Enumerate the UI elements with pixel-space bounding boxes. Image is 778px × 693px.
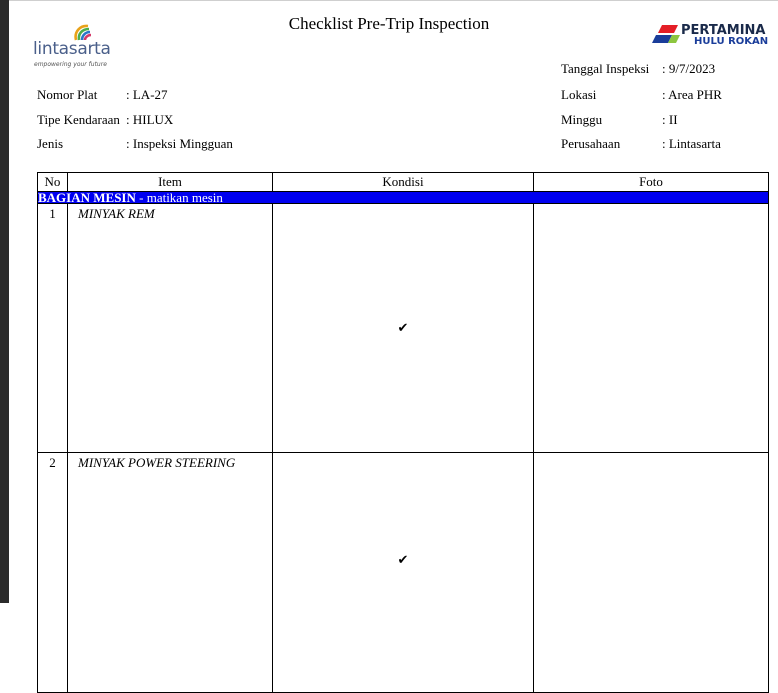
field-value-nomor-plat: : LA-27 — [126, 87, 168, 102]
field-label-perusahaan: Perusahaan — [561, 136, 621, 151]
header-item: Item — [67, 172, 273, 192]
row-kondisi-check: ✔ — [272, 452, 534, 693]
row-item: MINYAK REM — [67, 203, 273, 453]
field-label-tanggal-inspeksi: Tanggal Inspeksi — [561, 61, 650, 76]
lintasarta-logo: lintasarta empowering your future — [33, 24, 133, 70]
pertamina-logo: PERTAMINA HULU ROKAN — [648, 23, 772, 53]
inspection-table: No Item Kondisi Foto BAGIAN MESIN - mati… — [37, 172, 769, 693]
field-value-tipe-kendaraan: : HILUX — [126, 112, 174, 127]
field-value-perusahaan: : Lintasarta — [662, 136, 721, 151]
field-value-lokasi: : Area PHR — [662, 87, 722, 102]
field-label-jenis: Jenis — [37, 136, 63, 151]
section-note: - matikan mesin — [135, 190, 223, 205]
field-value-minggu: : II — [662, 112, 678, 127]
section-row: BAGIAN MESIN - matikan mesin — [37, 190, 769, 205]
header-foto: Foto — [533, 172, 769, 192]
row-item: MINYAK POWER STEERING — [67, 452, 273, 693]
hulu-rokan-text: HULU ROKAN — [694, 36, 769, 47]
table-row: 1 MINYAK REM ✔ — [37, 203, 769, 453]
lintasarta-name: lintasarta — [33, 39, 111, 59]
pertamina-arrow-icon — [652, 25, 680, 43]
field-value-tanggal-inspeksi: : 9/7/2023 — [662, 61, 716, 76]
field-label-tipe-kendaraan: Tipe Kendaraan — [37, 112, 120, 127]
row-foto — [533, 452, 769, 693]
top-border — [9, 0, 778, 1]
row-kondisi-check: ✔ — [272, 203, 534, 453]
table-row: 2 MINYAK POWER STEERING ✔ — [37, 452, 769, 693]
field-label-minggu: Minggu — [561, 112, 603, 127]
lintasarta-tagline: empowering your future — [34, 61, 107, 68]
row-foto — [533, 203, 769, 453]
field-label-lokasi: Lokasi — [561, 87, 597, 102]
row-number: 1 — [37, 203, 68, 453]
table-header-row: No Item Kondisi Foto — [37, 172, 769, 192]
field-value-jenis: : Inspeksi Mingguan — [126, 136, 233, 151]
row-number: 2 — [37, 452, 68, 693]
header-no: No — [37, 172, 68, 192]
header-kondisi: Kondisi — [272, 172, 534, 192]
section-name: BAGIAN MESIN — [38, 190, 136, 205]
left-border — [0, 0, 9, 603]
field-label-nomor-plat: Nomor Plat — [37, 87, 98, 102]
section-label: BAGIAN MESIN - matikan mesin — [37, 190, 769, 205]
